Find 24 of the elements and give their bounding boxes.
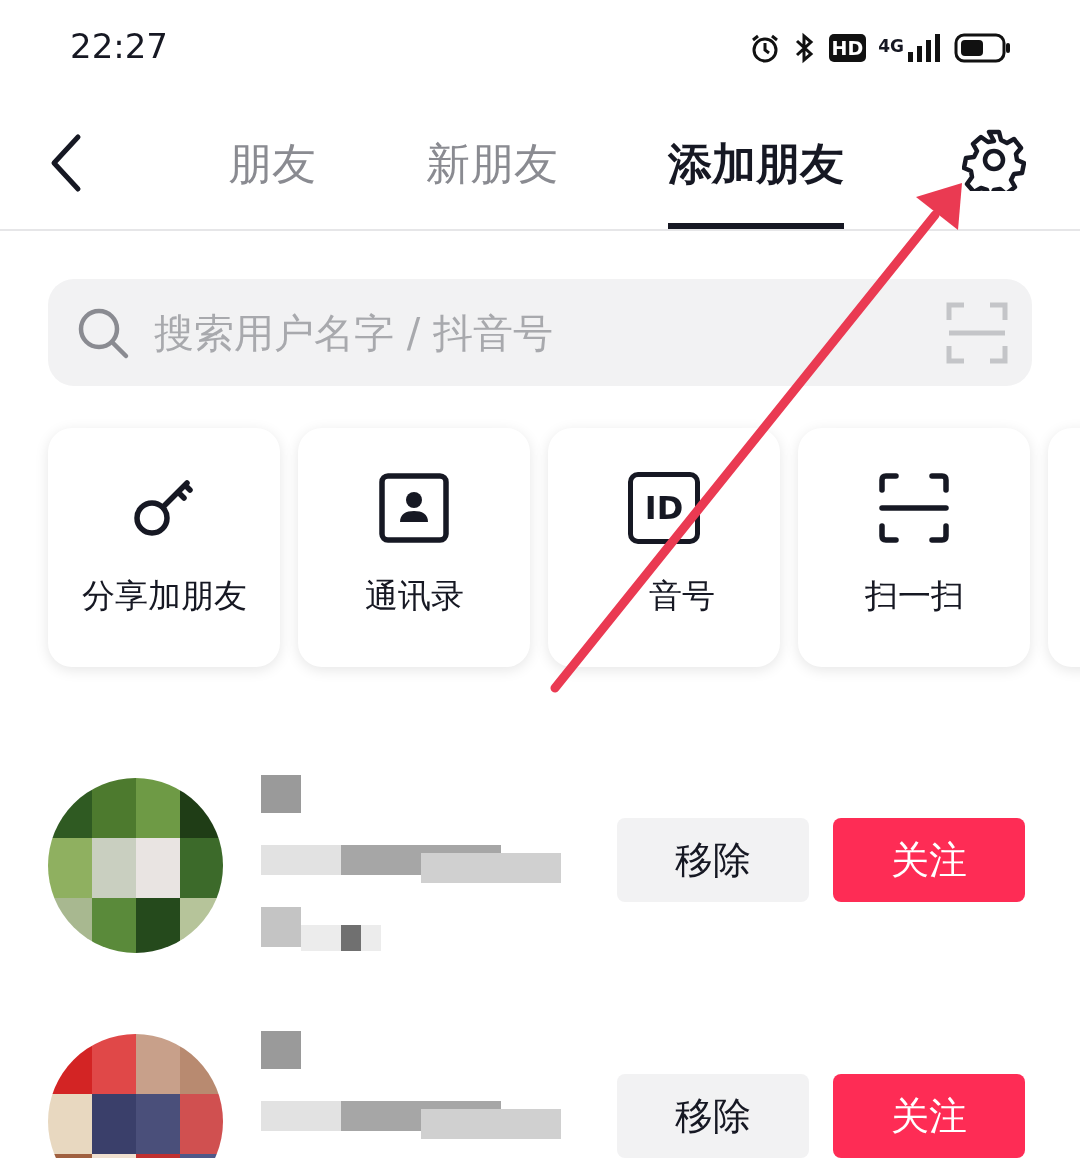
shortcut-label: 音号 — [649, 575, 715, 617]
battery-icon — [954, 33, 1012, 63]
shortcut-label: 扫一扫 — [864, 575, 964, 617]
shortcut-label: 分享加朋友 — [81, 575, 247, 617]
signal-icon — [906, 32, 942, 64]
settings-icon[interactable] — [962, 127, 1026, 191]
contact-card-icon — [378, 472, 450, 544]
shortcut-card[interactable]: 扫一扫 — [798, 428, 1030, 667]
follow-button[interactable]: 关注 — [833, 1074, 1025, 1158]
shortcut-card[interactable]: ID 音号 — [548, 428, 780, 667]
status-time: 22:27 — [70, 26, 168, 66]
shortcut-card[interactable]: 通讯录 — [298, 428, 530, 667]
id-icon: ID — [628, 472, 700, 544]
hd-badge: HD — [828, 34, 867, 62]
remove-button[interactable]: 移除 — [617, 1074, 809, 1158]
tab[interactable]: 添加朋友 — [668, 96, 844, 229]
follow-button[interactable]: 关注 — [833, 818, 1025, 902]
search-field[interactable]: 搜索用户名字 / 抖音号 — [48, 279, 1032, 386]
shortcut-label: 通讯录 — [364, 575, 464, 617]
search-input[interactable]: 搜索用户名字 / 抖音号 — [152, 308, 924, 357]
scan-icon — [878, 472, 950, 544]
shortcut-card[interactable]: 分享加朋友 — [48, 428, 280, 667]
network-label: 4G — [878, 36, 904, 56]
remove-button[interactable]: 移除 — [617, 818, 809, 902]
